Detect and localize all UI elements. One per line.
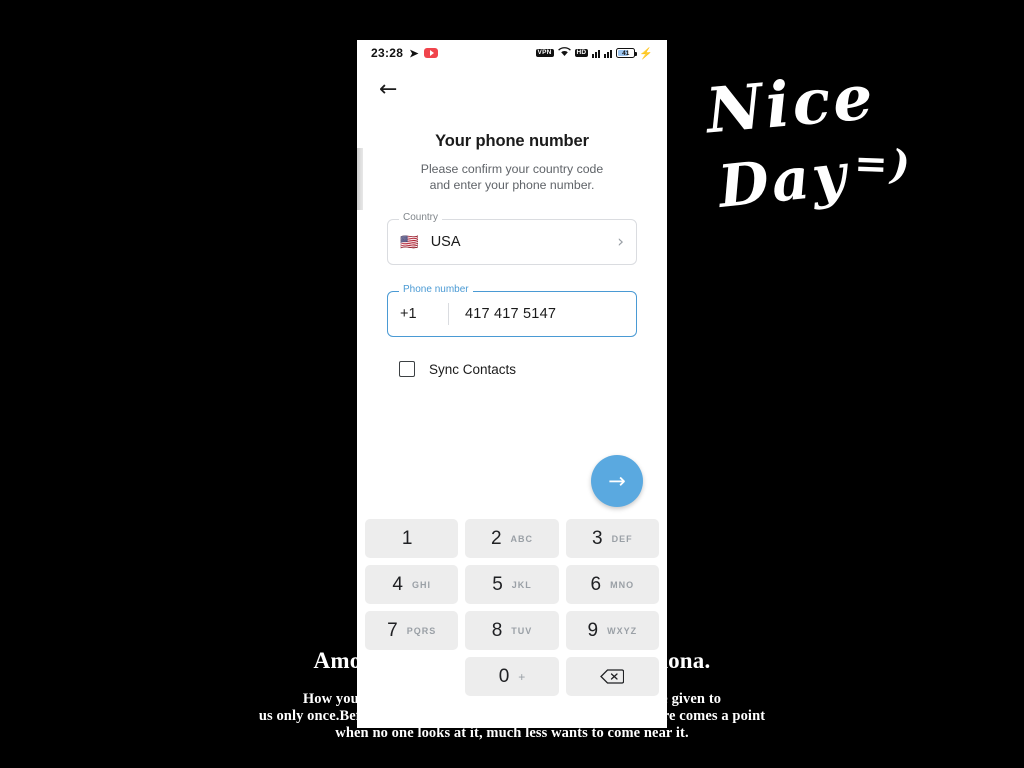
battery-icon: 41 xyxy=(616,48,638,58)
key-0-number: 0 xyxy=(498,665,510,687)
key-9[interactable]: 9 WXYZ xyxy=(565,611,659,650)
handwriting-day-text: Day xyxy=(715,139,853,221)
keypad-row: 4 GHI 5 JKL 6 MNO xyxy=(365,565,659,604)
key-blank xyxy=(365,657,458,696)
phone-side-edge xyxy=(357,148,363,210)
key-4[interactable]: 4 GHI xyxy=(365,565,459,604)
page-subtitle-line-1: Please confirm your country code xyxy=(420,162,604,176)
key-6[interactable]: 6 MNO xyxy=(565,565,659,604)
key-6-number: 6 xyxy=(590,573,602,595)
keypad-row: 7 PQRS 8 TUV 9 WXYZ xyxy=(365,611,659,650)
key-9-letters: WXYZ xyxy=(607,625,638,636)
main-content: Your phone number Please confirm your co… xyxy=(357,114,667,377)
sync-contacts-row[interactable]: Sync Contacts xyxy=(385,361,637,377)
back-button[interactable]: ← xyxy=(379,79,397,101)
sync-contacts-label: Sync Contacts xyxy=(429,361,517,377)
dial-code-value[interactable]: +1 xyxy=(400,306,448,322)
key-6-letters: MNO xyxy=(610,579,635,590)
vpn-icon: VPN xyxy=(535,48,554,58)
screenshot-stage: Nice Day=) Amor con amor se paga, amar p… xyxy=(0,0,1024,768)
country-value: USA xyxy=(430,234,461,250)
handwriting-line-1: Nice xyxy=(703,60,879,148)
status-bar-right: VPN HD 41 ⚡ xyxy=(535,46,653,60)
status-bar: 23:28 ➤ VPN HD 41 ⚡ xyxy=(357,40,667,66)
key-3-letters: DEF xyxy=(611,533,633,544)
handwriting-overlay: Nice Day=) xyxy=(700,60,953,250)
bolt-icon: ⚡ xyxy=(639,47,653,60)
phone-number-field[interactable]: Phone number +1 417 417 5147 xyxy=(387,285,637,337)
key-delete[interactable] xyxy=(565,657,659,696)
key-7[interactable]: 7 PQRS xyxy=(365,611,459,650)
key-8-number: 8 xyxy=(491,619,503,641)
numeric-keypad: 1 2 ABC 3 DEF 4 GHI 5 JKL 6 MNO 7 PQRS 8… xyxy=(357,519,667,703)
keypad-row: 0 + xyxy=(365,657,659,696)
wifi-icon xyxy=(557,46,571,60)
key-4-letters: GHI xyxy=(411,579,431,590)
country-field[interactable]: Country 🇺🇸 USA › xyxy=(387,213,637,265)
telegram-icon: ➤ xyxy=(409,47,419,60)
hd-icon: HD xyxy=(574,48,589,58)
keypad-row: 1 2 ABC 3 DEF xyxy=(365,519,659,558)
next-button[interactable]: → xyxy=(591,455,643,507)
key-2-number: 2 xyxy=(490,527,502,549)
status-bar-left: 23:28 ➤ xyxy=(371,46,439,60)
phone-number-field-label: Phone number xyxy=(399,285,473,295)
key-3[interactable]: 3 DEF xyxy=(565,519,659,558)
handwriting-line-2: Day=) xyxy=(715,134,953,221)
key-5-letters: JKL xyxy=(511,579,532,590)
country-field-label: Country xyxy=(399,213,443,223)
page-subtitle-line-2: and enter your phone number. xyxy=(429,178,595,192)
key-2-letters: ABC xyxy=(510,533,534,544)
key-1-number: 1 xyxy=(401,527,413,549)
arrow-right-icon: → xyxy=(608,469,626,493)
phone-number-input[interactable]: 417 417 5147 xyxy=(465,306,556,322)
key-5[interactable]: 5 JKL xyxy=(465,565,559,604)
signal-bars-icon-1 xyxy=(592,48,601,58)
us-flag-icon: 🇺🇸 xyxy=(400,233,419,251)
key-0[interactable]: 0 + xyxy=(465,657,559,696)
status-time: 23:28 xyxy=(371,46,404,60)
sync-contacts-checkbox[interactable] xyxy=(399,361,415,377)
youtube-icon xyxy=(424,48,439,58)
key-2[interactable]: 2 ABC xyxy=(465,519,559,558)
key-3-number: 3 xyxy=(592,527,603,549)
chevron-right-icon[interactable]: › xyxy=(617,233,624,251)
page-subtitle: Please confirm your country code and ent… xyxy=(387,161,637,193)
key-8-letters: TUV xyxy=(511,625,533,636)
page-title: Your phone number xyxy=(435,132,589,150)
phone-screen: 23:28 ➤ VPN HD 41 ⚡ ← Your phone number … xyxy=(357,40,667,728)
key-8[interactable]: 8 TUV xyxy=(465,611,559,650)
key-7-number: 7 xyxy=(387,619,398,641)
key-1[interactable]: 1 xyxy=(365,519,459,558)
field-divider xyxy=(448,303,449,325)
battery-level: 41 xyxy=(622,49,630,57)
key-7-letters: PQRS xyxy=(406,625,437,636)
signal-bars-icon-2 xyxy=(604,48,613,58)
key-5-number: 5 xyxy=(492,573,503,595)
key-4-number: 4 xyxy=(392,573,403,595)
nav-bar: ← xyxy=(357,66,667,114)
backspace-icon xyxy=(599,669,625,685)
key-plus-symbol: + xyxy=(518,669,526,684)
key-9-number: 9 xyxy=(587,619,599,641)
handwriting-smiley: =) xyxy=(853,139,914,189)
